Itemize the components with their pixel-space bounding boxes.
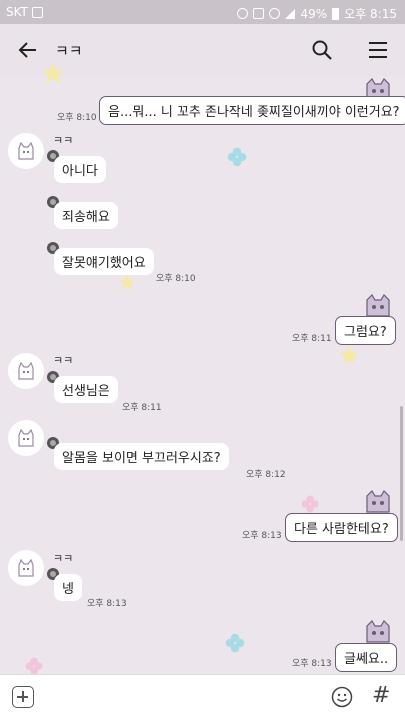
- back-arrow-icon[interactable]: [16, 38, 40, 62]
- star-sticker-icon: [339, 345, 359, 365]
- emoji-icon[interactable]: [331, 686, 353, 708]
- my-message-bubble[interactable]: 음...뭐... 니 꼬추 존나작네 좆찌질이새끼야 이런거요?: [99, 96, 405, 125]
- gallery-notification-icon: [31, 6, 43, 18]
- bunny-avatar-icon: [18, 429, 34, 447]
- flower-sticker-icon: [227, 147, 247, 167]
- avatar[interactable]: [8, 550, 44, 586]
- signal-icon: [285, 8, 296, 19]
- flower-sticker-icon: [25, 657, 43, 675]
- status-bar: SKT 49% 오후 8:15: [0, 0, 405, 24]
- carrier-label: SKT: [6, 5, 28, 19]
- flower-sticker-icon: [301, 495, 319, 513]
- message-timestamp: 오후 8:10: [57, 113, 97, 123]
- wifi-icon: [269, 8, 281, 19]
- my-message-bubble[interactable]: 그럼요?: [335, 316, 396, 345]
- message-timestamp: 오후 8:13: [87, 599, 127, 609]
- message-bubble[interactable]: 알몸을 보이면 부끄러우시죠?: [54, 443, 229, 470]
- sender-name: ㅋㅋ: [53, 354, 74, 367]
- search-icon[interactable]: [310, 38, 334, 62]
- sender-name: ㅋㅋ: [53, 134, 74, 147]
- alarm-icon: [237, 8, 249, 19]
- message-timestamp: 오후 8:11: [292, 334, 332, 344]
- my-message-bubble[interactable]: 다른 사람한테요?: [285, 513, 398, 542]
- hashtag-search-button[interactable]: #: [372, 683, 390, 708]
- message-bubble[interactable]: 아니다: [54, 156, 106, 183]
- plus-icon[interactable]: [12, 686, 34, 708]
- message-bubble[interactable]: 선생님은: [54, 376, 118, 403]
- message-bubble[interactable]: 잘못얘기했어요: [54, 248, 154, 275]
- flower-sticker-icon: [225, 633, 245, 653]
- star-sticker-icon: [118, 273, 136, 291]
- clock: 오후 8:15: [344, 7, 397, 21]
- message-timestamp: 오후 8:11: [122, 403, 162, 413]
- sender-name: ㅋㅋ: [53, 552, 74, 565]
- bunny-avatar-icon: [18, 362, 34, 380]
- battery-icon: [332, 7, 340, 20]
- message-timestamp: 오후 8:13: [292, 659, 332, 669]
- cat-character-icon: [366, 620, 390, 643]
- menu-icon[interactable]: [366, 38, 390, 62]
- bunny-avatar-icon: [18, 559, 34, 577]
- avatar[interactable]: [8, 420, 44, 456]
- mute-icon: [253, 8, 265, 19]
- message-timestamp: 오후 8:12: [246, 470, 286, 480]
- message-timestamp: 오후 8:13: [242, 531, 282, 541]
- battery-percent: 49%: [300, 6, 328, 21]
- bunny-avatar-icon: [18, 142, 34, 160]
- chat-title: ㅋㅋ: [55, 42, 83, 60]
- message-bubble[interactable]: 죄송해요: [54, 202, 118, 229]
- avatar[interactable]: [8, 353, 44, 389]
- chat-area[interactable]: 음...뭐... 니 꼬추 존나작네 좆찌질이새끼야 이런거요? 오후 8:10…: [0, 62, 405, 675]
- cat-character-icon: [366, 294, 390, 317]
- avatar[interactable]: [8, 133, 44, 169]
- message-bubble[interactable]: 넹: [54, 574, 82, 601]
- my-message-bubble[interactable]: 글쎄요..: [335, 643, 398, 672]
- cat-character-icon: [366, 490, 390, 513]
- scrollbar[interactable]: [400, 406, 403, 541]
- input-bar: #: [0, 674, 405, 720]
- star-sticker-icon: [42, 62, 64, 84]
- message-timestamp: 오후 8:10: [156, 274, 196, 284]
